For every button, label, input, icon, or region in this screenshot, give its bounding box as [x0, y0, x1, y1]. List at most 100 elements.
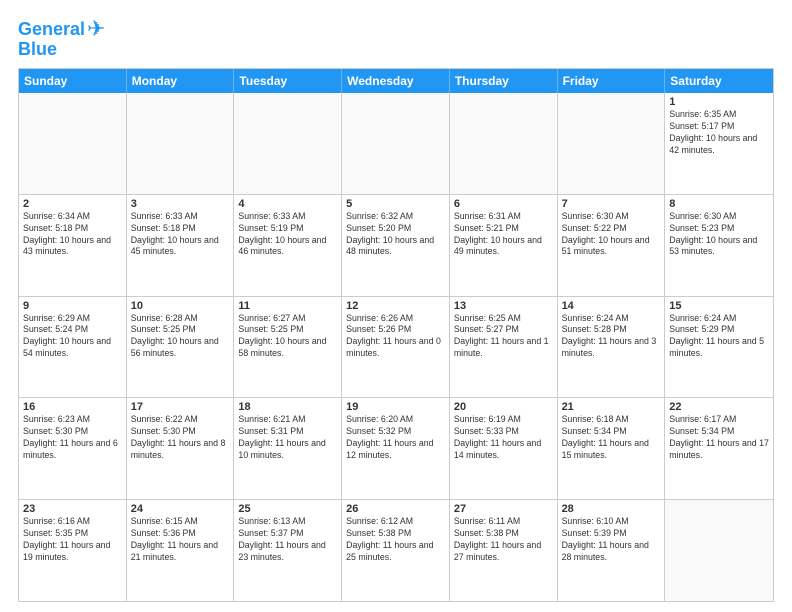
- calendar-cell-r4-c3: 26Sunrise: 6:12 AM Sunset: 5:38 PM Dayli…: [342, 500, 450, 601]
- calendar-cell-r4-c1: 24Sunrise: 6:15 AM Sunset: 5:36 PM Dayli…: [127, 500, 235, 601]
- cell-info: Sunrise: 6:10 AM Sunset: 5:39 PM Dayligh…: [562, 516, 661, 564]
- cell-info: Sunrise: 6:34 AM Sunset: 5:18 PM Dayligh…: [23, 211, 122, 259]
- logo-blue: Blue: [18, 40, 57, 58]
- logo-text: General: [18, 20, 85, 38]
- calendar: SundayMondayTuesdayWednesdayThursdayFrid…: [18, 68, 774, 602]
- calendar-cell-r1-c5: 7Sunrise: 6:30 AM Sunset: 5:22 PM Daylig…: [558, 195, 666, 296]
- day-number: 26: [346, 503, 445, 515]
- calendar-cell-r0-c2: [234, 93, 342, 194]
- header: General ✈ Blue: [18, 18, 774, 58]
- weekday-header-saturday: Saturday: [665, 69, 773, 93]
- calendar-cell-r1-c2: 4Sunrise: 6:33 AM Sunset: 5:19 PM Daylig…: [234, 195, 342, 296]
- calendar-cell-r1-c4: 6Sunrise: 6:31 AM Sunset: 5:21 PM Daylig…: [450, 195, 558, 296]
- cell-info: Sunrise: 6:13 AM Sunset: 5:37 PM Dayligh…: [238, 516, 337, 564]
- cell-info: Sunrise: 6:32 AM Sunset: 5:20 PM Dayligh…: [346, 211, 445, 259]
- day-number: 5: [346, 198, 445, 210]
- calendar-cell-r2-c3: 12Sunrise: 6:26 AM Sunset: 5:26 PM Dayli…: [342, 297, 450, 398]
- day-number: 17: [131, 401, 230, 413]
- day-number: 12: [346, 300, 445, 312]
- cell-info: Sunrise: 6:33 AM Sunset: 5:19 PM Dayligh…: [238, 211, 337, 259]
- calendar-cell-r3-c5: 21Sunrise: 6:18 AM Sunset: 5:34 PM Dayli…: [558, 398, 666, 499]
- day-number: 11: [238, 300, 337, 312]
- cell-info: Sunrise: 6:16 AM Sunset: 5:35 PM Dayligh…: [23, 516, 122, 564]
- weekday-header-sunday: Sunday: [19, 69, 127, 93]
- cell-info: Sunrise: 6:22 AM Sunset: 5:30 PM Dayligh…: [131, 414, 230, 462]
- calendar-cell-r0-c0: [19, 93, 127, 194]
- cell-info: Sunrise: 6:19 AM Sunset: 5:33 PM Dayligh…: [454, 414, 553, 462]
- calendar-row-4: 23Sunrise: 6:16 AM Sunset: 5:35 PM Dayli…: [19, 499, 773, 601]
- cell-info: Sunrise: 6:21 AM Sunset: 5:31 PM Dayligh…: [238, 414, 337, 462]
- calendar-cell-r4-c5: 28Sunrise: 6:10 AM Sunset: 5:39 PM Dayli…: [558, 500, 666, 601]
- calendar-header: SundayMondayTuesdayWednesdayThursdayFrid…: [19, 69, 773, 93]
- day-number: 3: [131, 198, 230, 210]
- calendar-cell-r0-c4: [450, 93, 558, 194]
- day-number: 23: [23, 503, 122, 515]
- calendar-cell-r2-c4: 13Sunrise: 6:25 AM Sunset: 5:27 PM Dayli…: [450, 297, 558, 398]
- day-number: 25: [238, 503, 337, 515]
- weekday-header-tuesday: Tuesday: [234, 69, 342, 93]
- weekday-header-monday: Monday: [127, 69, 235, 93]
- cell-info: Sunrise: 6:26 AM Sunset: 5:26 PM Dayligh…: [346, 313, 445, 361]
- logo-general: General: [18, 19, 85, 39]
- calendar-cell-r2-c6: 15Sunrise: 6:24 AM Sunset: 5:29 PM Dayli…: [665, 297, 773, 398]
- weekday-header-friday: Friday: [558, 69, 666, 93]
- cell-info: Sunrise: 6:25 AM Sunset: 5:27 PM Dayligh…: [454, 313, 553, 361]
- cell-info: Sunrise: 6:15 AM Sunset: 5:36 PM Dayligh…: [131, 516, 230, 564]
- day-number: 21: [562, 401, 661, 413]
- cell-info: Sunrise: 6:30 AM Sunset: 5:22 PM Dayligh…: [562, 211, 661, 259]
- calendar-cell-r3-c2: 18Sunrise: 6:21 AM Sunset: 5:31 PM Dayli…: [234, 398, 342, 499]
- page: General ✈ Blue SundayMondayTuesdayWednes…: [0, 0, 792, 612]
- weekday-header-thursday: Thursday: [450, 69, 558, 93]
- calendar-row-2: 9Sunrise: 6:29 AM Sunset: 5:24 PM Daylig…: [19, 296, 773, 398]
- calendar-cell-r0-c5: [558, 93, 666, 194]
- logo: General ✈ Blue: [18, 18, 105, 58]
- calendar-cell-r0-c6: 1Sunrise: 6:35 AM Sunset: 5:17 PM Daylig…: [665, 93, 773, 194]
- calendar-cell-r1-c3: 5Sunrise: 6:32 AM Sunset: 5:20 PM Daylig…: [342, 195, 450, 296]
- day-number: 14: [562, 300, 661, 312]
- calendar-cell-r1-c6: 8Sunrise: 6:30 AM Sunset: 5:23 PM Daylig…: [665, 195, 773, 296]
- cell-info: Sunrise: 6:33 AM Sunset: 5:18 PM Dayligh…: [131, 211, 230, 259]
- calendar-cell-r0-c3: [342, 93, 450, 194]
- calendar-cell-r2-c0: 9Sunrise: 6:29 AM Sunset: 5:24 PM Daylig…: [19, 297, 127, 398]
- calendar-cell-r4-c4: 27Sunrise: 6:11 AM Sunset: 5:38 PM Dayli…: [450, 500, 558, 601]
- cell-info: Sunrise: 6:24 AM Sunset: 5:28 PM Dayligh…: [562, 313, 661, 361]
- cell-info: Sunrise: 6:30 AM Sunset: 5:23 PM Dayligh…: [669, 211, 769, 259]
- day-number: 18: [238, 401, 337, 413]
- day-number: 7: [562, 198, 661, 210]
- cell-info: Sunrise: 6:20 AM Sunset: 5:32 PM Dayligh…: [346, 414, 445, 462]
- calendar-cell-r2-c5: 14Sunrise: 6:24 AM Sunset: 5:28 PM Dayli…: [558, 297, 666, 398]
- day-number: 1: [669, 96, 769, 108]
- cell-info: Sunrise: 6:35 AM Sunset: 5:17 PM Dayligh…: [669, 109, 769, 157]
- day-number: 13: [454, 300, 553, 312]
- day-number: 19: [346, 401, 445, 413]
- day-number: 24: [131, 503, 230, 515]
- day-number: 20: [454, 401, 553, 413]
- cell-info: Sunrise: 6:12 AM Sunset: 5:38 PM Dayligh…: [346, 516, 445, 564]
- day-number: 8: [669, 198, 769, 210]
- calendar-cell-r3-c0: 16Sunrise: 6:23 AM Sunset: 5:30 PM Dayli…: [19, 398, 127, 499]
- calendar-cell-r3-c4: 20Sunrise: 6:19 AM Sunset: 5:33 PM Dayli…: [450, 398, 558, 499]
- cell-info: Sunrise: 6:23 AM Sunset: 5:30 PM Dayligh…: [23, 414, 122, 462]
- weekday-header-wednesday: Wednesday: [342, 69, 450, 93]
- cell-info: Sunrise: 6:17 AM Sunset: 5:34 PM Dayligh…: [669, 414, 769, 462]
- calendar-body: 1Sunrise: 6:35 AM Sunset: 5:17 PM Daylig…: [19, 93, 773, 601]
- day-number: 9: [23, 300, 122, 312]
- calendar-cell-r3-c1: 17Sunrise: 6:22 AM Sunset: 5:30 PM Dayli…: [127, 398, 235, 499]
- day-number: 27: [454, 503, 553, 515]
- calendar-cell-r3-c3: 19Sunrise: 6:20 AM Sunset: 5:32 PM Dayli…: [342, 398, 450, 499]
- day-number: 22: [669, 401, 769, 413]
- calendar-row-1: 2Sunrise: 6:34 AM Sunset: 5:18 PM Daylig…: [19, 194, 773, 296]
- day-number: 6: [454, 198, 553, 210]
- calendar-row-3: 16Sunrise: 6:23 AM Sunset: 5:30 PM Dayli…: [19, 397, 773, 499]
- day-number: 28: [562, 503, 661, 515]
- calendar-cell-r4-c2: 25Sunrise: 6:13 AM Sunset: 5:37 PM Dayli…: [234, 500, 342, 601]
- calendar-cell-r1-c1: 3Sunrise: 6:33 AM Sunset: 5:18 PM Daylig…: [127, 195, 235, 296]
- calendar-cell-r4-c6: [665, 500, 773, 601]
- cell-info: Sunrise: 6:18 AM Sunset: 5:34 PM Dayligh…: [562, 414, 661, 462]
- calendar-cell-r0-c1: [127, 93, 235, 194]
- cell-info: Sunrise: 6:29 AM Sunset: 5:24 PM Dayligh…: [23, 313, 122, 361]
- cell-info: Sunrise: 6:28 AM Sunset: 5:25 PM Dayligh…: [131, 313, 230, 361]
- logo-bird-icon: ✈: [87, 18, 105, 40]
- day-number: 16: [23, 401, 122, 413]
- cell-info: Sunrise: 6:24 AM Sunset: 5:29 PM Dayligh…: [669, 313, 769, 361]
